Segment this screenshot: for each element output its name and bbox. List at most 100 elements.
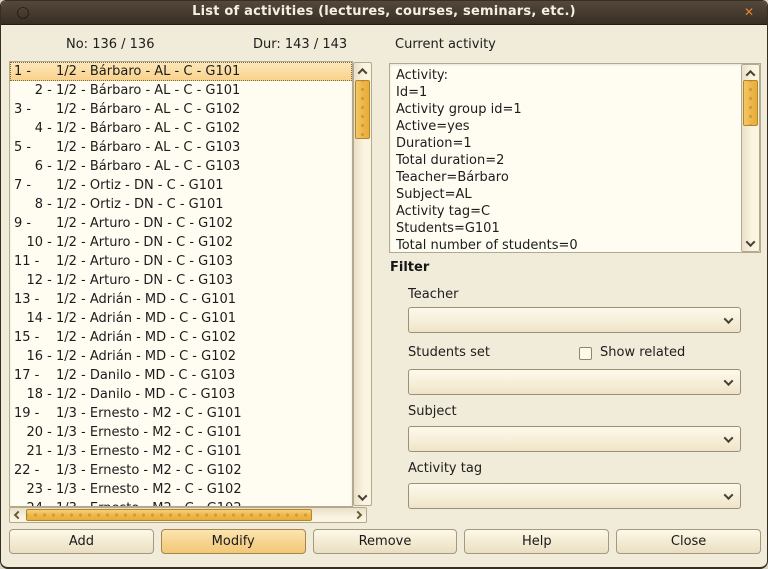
- activity-text: 1/2 - Bárbaro - AL - C - G102: [56, 102, 240, 117]
- list-item[interactable]: 24 - 1/3 - Ernesto - M2 - C - G102: [10, 499, 352, 507]
- activity-number: 10 -: [10, 233, 56, 252]
- list-item[interactable]: 10 - 1/2 - Arturo - DN - C - G102: [10, 233, 352, 252]
- activity-text: 1/2 - Arturo - DN - C - G102: [56, 235, 233, 250]
- activity-number: 12 -: [10, 271, 56, 290]
- activity-number: 19 -: [14, 404, 39, 423]
- list-item[interactable]: 23 - 1/3 - Ernesto - M2 - C - G102: [10, 480, 352, 499]
- activity-text: 1/2 - Bárbaro - AL - C - G103: [56, 159, 240, 174]
- current-activity-textarea[interactable]: Activity:Id=1Activity group id=1Active=y…: [389, 63, 761, 253]
- list-item[interactable]: 14 - 1/2 - Adrián - MD - C - G101: [10, 309, 352, 328]
- activity-detail-line: Activity group id=1: [396, 101, 736, 118]
- list-item[interactable]: 17 - 1/2 - Danilo - MD - C - G103: [10, 366, 352, 385]
- list-item[interactable]: 20 - 1/3 - Ernesto - M2 - C - G101: [10, 423, 352, 442]
- list-item[interactable]: 2 - 1/2 - Bárbaro - AL - C - G101: [10, 81, 352, 100]
- activities-dialog: List of activities (lectures, courses, s…: [0, 0, 768, 569]
- list-item[interactable]: 11 - 1/2 - Arturo - DN - C - G103: [10, 252, 352, 271]
- activity-tag-label: Activity tag: [408, 461, 482, 476]
- activity-number: 9 -: [14, 214, 31, 233]
- scroll-thumb[interactable]: [26, 509, 312, 521]
- chevron-right-icon: [354, 511, 362, 519]
- activity-number: 2 -: [10, 81, 56, 100]
- close-icon[interactable]: ✕: [741, 4, 757, 20]
- list-item[interactable]: 22 - 1/3 - Ernesto - M2 - C - G102: [10, 461, 352, 480]
- activity-text: 1/2 - Bárbaro - AL - C - G101: [56, 83, 240, 98]
- scroll-up-icon[interactable]: [354, 65, 371, 77]
- scroll-down-icon[interactable]: [354, 491, 371, 503]
- activity-text: 1/2 - Ortiz - DN - C - G101: [56, 197, 224, 212]
- window-title: List of activities (lectures, courses, s…: [1, 4, 767, 19]
- show-related-checkbox[interactable]: [579, 347, 592, 360]
- list-item[interactable]: 6 - 1/2 - Bárbaro - AL - C - G103: [10, 157, 352, 176]
- teacher-combobox[interactable]: [408, 307, 741, 333]
- list-item[interactable]: 16 - 1/2 - Adrián - MD - C - G102: [10, 347, 352, 366]
- activity-number: 17 -: [14, 366, 39, 385]
- remove-button[interactable]: Remove: [313, 529, 458, 554]
- activity-number: 18 -: [10, 385, 56, 404]
- activity-text: 1/2 - Arturo - DN - C - G102: [56, 216, 233, 231]
- activity-text: 1/2 - Adrián - MD - C - G102: [56, 330, 236, 345]
- button-row: Add Modify Remove Help Close: [9, 529, 761, 554]
- chevron-down-icon: [358, 491, 368, 501]
- activity-text: 1/3 - Ernesto - M2 - C - G102: [56, 463, 242, 478]
- activity-detail-line: Students=G101: [396, 220, 736, 237]
- list-item[interactable]: 21 - 1/3 - Ernesto - M2 - C - G101: [10, 442, 352, 461]
- list-item[interactable]: 3 - 1/2 - Bárbaro - AL - C - G102: [10, 100, 352, 119]
- activity-detail-line: Duration=1: [396, 135, 736, 152]
- activity-number: 7 -: [14, 176, 31, 195]
- activity-detail-line: Activity tag=C: [396, 203, 736, 220]
- close-button[interactable]: Close: [616, 529, 761, 554]
- chevron-left-icon: [14, 511, 22, 519]
- show-related-label: Show related: [600, 345, 685, 360]
- activity-number: 15 -: [14, 328, 39, 347]
- activity-text: 1/2 - Danilo - MD - C - G103: [56, 387, 235, 402]
- activity-number: 24 -: [10, 499, 56, 507]
- chevron-down-icon: [725, 427, 732, 451]
- activity-number: 21 -: [10, 442, 56, 461]
- subject-combobox[interactable]: [408, 426, 741, 452]
- list-item[interactable]: 15 - 1/2 - Adrián - MD - C - G102: [10, 328, 352, 347]
- activity-number: 16 -: [10, 347, 56, 366]
- scroll-left-icon[interactable]: [12, 508, 24, 522]
- activity-tag-combobox[interactable]: [408, 483, 741, 509]
- list-vscrollbar[interactable]: [353, 62, 372, 506]
- activity-number: 13 -: [14, 290, 39, 309]
- students-set-combobox[interactable]: [408, 369, 741, 395]
- activity-detail-line: Active=yes: [396, 118, 736, 135]
- help-button[interactable]: Help: [464, 529, 609, 554]
- activity-number: 1 -: [14, 62, 31, 81]
- list-item[interactable]: 4 - 1/2 - Bárbaro - AL - C - G102: [10, 119, 352, 138]
- modify-button[interactable]: Modify: [161, 529, 306, 554]
- textarea-vscrollbar[interactable]: [741, 64, 760, 252]
- list-item[interactable]: 5 - 1/2 - Bárbaro - AL - C - G103: [10, 138, 352, 157]
- scroll-up-icon[interactable]: [742, 67, 759, 79]
- activity-text: 1/3 - Ernesto - M2 - C - G102: [56, 482, 242, 497]
- activities-list[interactable]: 1 - 1/2 - Bárbaro - AL - C - G101 2 - 1/…: [9, 61, 353, 507]
- chevron-down-icon: [725, 370, 732, 394]
- list-item[interactable]: 12 - 1/2 - Arturo - DN - C - G103: [10, 271, 352, 290]
- titlebar[interactable]: List of activities (lectures, courses, s…: [1, 1, 767, 25]
- filter-title: Filter: [390, 260, 429, 275]
- list-item[interactable]: 8 - 1/2 - Ortiz - DN - C - G101: [10, 195, 352, 214]
- activity-number: 4 -: [10, 119, 56, 138]
- list-item[interactable]: 9 - 1/2 - Arturo - DN - C - G102: [10, 214, 352, 233]
- activity-text: 1/2 - Arturo - DN - C - G103: [56, 273, 233, 288]
- activity-text: 1/2 - Danilo - MD - C - G103: [56, 368, 235, 383]
- chevron-up-icon: [358, 67, 368, 77]
- chevron-up-icon: [746, 69, 756, 79]
- activity-text: 1/2 - Bárbaro - AL - C - G102: [56, 121, 240, 136]
- list-item[interactable]: 7 - 1/2 - Ortiz - DN - C - G101: [10, 176, 352, 195]
- list-item[interactable]: 18 - 1/2 - Danilo - MD - C - G103: [10, 385, 352, 404]
- scroll-right-icon[interactable]: [352, 508, 364, 522]
- activity-text: 1/2 - Adrián - MD - C - G101: [56, 292, 236, 307]
- scroll-down-icon[interactable]: [742, 237, 759, 249]
- list-item[interactable]: 19 - 1/3 - Ernesto - M2 - C - G101: [10, 404, 352, 423]
- scroll-thumb[interactable]: [743, 80, 758, 126]
- scroll-thumb[interactable]: [355, 80, 370, 139]
- activity-text: 1/2 - Arturo - DN - C - G103: [56, 254, 233, 269]
- add-button[interactable]: Add: [9, 529, 154, 554]
- activities-count-label: No: 136 / 136: [66, 37, 154, 52]
- list-hscrollbar[interactable]: [9, 507, 367, 523]
- list-item[interactable]: 13 - 1/2 - Adrián - MD - C - G101: [10, 290, 352, 309]
- activity-number: 14 -: [10, 309, 56, 328]
- list-item[interactable]: 1 - 1/2 - Bárbaro - AL - C - G101: [10, 62, 352, 81]
